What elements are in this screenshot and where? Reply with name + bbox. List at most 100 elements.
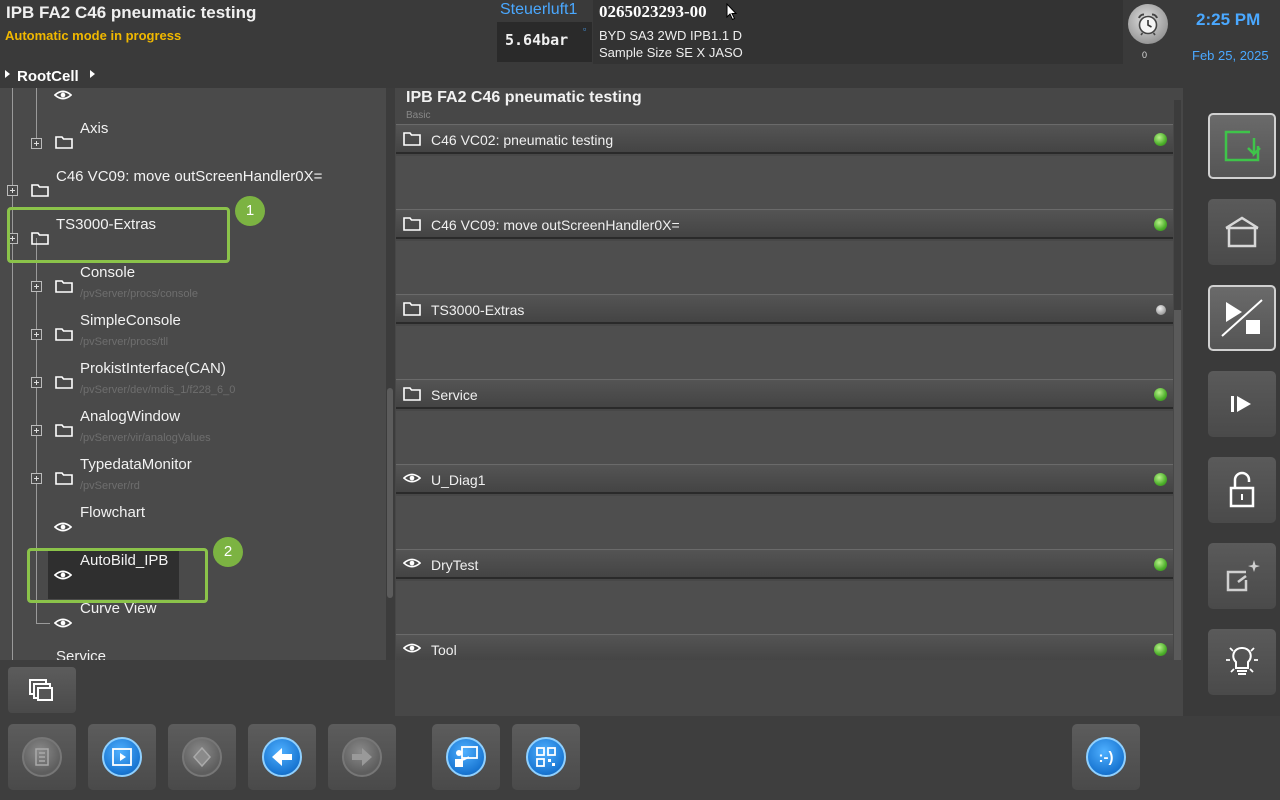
sample-size: Sample Size SE X JASO [599,45,743,60]
tree-item-path: /pvServer/procs/console [80,288,198,300]
callout-badge-2: 2 [213,537,243,567]
main-scrollbar-thumb[interactable] [1174,310,1181,714]
export-arrow-icon [1224,130,1261,162]
group-drytest[interactable]: DryTest [396,549,1173,634]
alarm-clock-button[interactable] [1128,4,1168,44]
header: IPB FA2 C46 pneumatic testing Automatic … [0,0,1280,64]
up-down-arrow-icon [182,737,222,777]
tree-scrollbar-thumb[interactable] [387,388,393,598]
tree-panel[interactable]: Axis C46 VC09: move outScreenHandler0X= … [0,88,386,660]
status-ok-indicator [1154,558,1167,571]
breadcrumb-arrow-icon [5,70,10,78]
automatic-mode-status: Automatic mode in progress [5,28,182,43]
tree-item-path: /pvServer/procs/tll [80,336,169,348]
folder-icon [403,217,421,231]
tree-item-label: C46 VC09: move outScreenHandler0X= [56,168,323,185]
group-header[interactable]: C46 VC09: move outScreenHandler0X= [396,209,1173,239]
home-icon [1225,216,1259,248]
group-u-diag1[interactable]: U_Diag1 [396,464,1173,549]
unlock-button[interactable] [1208,457,1276,523]
page-subtitle: Basic [406,110,431,121]
step-button[interactable] [1208,371,1276,437]
navigate-vertical-button[interactable] [168,724,236,790]
breadcrumb-expand-icon[interactable] [90,70,95,78]
eye-icon [54,90,72,100]
status-ok-indicator [1154,133,1167,146]
expand-toggle[interactable] [31,425,42,436]
new-item-button[interactable] [1208,543,1276,609]
expand-toggle[interactable] [31,329,42,340]
eye-icon [54,618,72,628]
part-info: 0265023293-00 BYD SA3 2WD IPB1.1 D Sampl… [593,0,1123,64]
expand-toggle[interactable] [31,281,42,292]
group-label: C46 VC09: move outScreenHandler0X= [431,217,680,233]
new-sparkle-icon [1226,560,1260,592]
callout-highlight-1 [7,207,230,263]
group-c46-vc02[interactable]: C46 VC02: pneumatic testing [396,124,1173,209]
window-layout-button[interactable] [8,667,76,713]
tree-item-label: Service [56,648,107,660]
list-icon [22,737,62,777]
start-stop-button[interactable] [1208,285,1276,351]
group-label: TS3000-Extras [431,302,525,318]
expand-toggle[interactable] [31,473,42,484]
main-scrollbar[interactable] [1174,100,1181,714]
smiley-icon: :-) [1086,737,1126,777]
group-header[interactable]: TS3000-Extras [396,294,1173,324]
group-body [396,241,1173,294]
group-label: Service [431,387,478,403]
group-c46-vc09[interactable]: C46 VC09: move outScreenHandler0X= [396,209,1173,294]
expand-toggle[interactable] [31,138,42,149]
tree-item-label: ProkistInterface(CAN) [80,360,226,377]
forward-button[interactable] [328,724,396,790]
group-label: Tool [431,642,457,658]
group-body [396,496,1173,549]
app-title: IPB FA2 C46 pneumatic testing [6,3,257,22]
play-stop-icon [1221,299,1263,337]
clock-time: 2:25 PM [1196,10,1261,29]
unlock-icon [1229,471,1255,508]
folder-icon [403,132,421,146]
status-ok-indicator [1154,388,1167,401]
pressure-label: Steuerluft1 [500,1,578,18]
expand-toggle[interactable] [31,377,42,388]
smiley-label: :-) [1098,748,1114,766]
media-button[interactable] [88,724,156,790]
tree-line [36,88,37,143]
back-button[interactable] [248,724,316,790]
group-header[interactable]: C46 VC02: pneumatic testing [396,124,1173,154]
export-button[interactable] [1208,113,1276,179]
tree-line [12,88,13,660]
group-header[interactable]: U_Diag1 [396,464,1173,494]
eye-icon [403,473,421,483]
folder-icon [55,472,73,485]
media-play-icon [102,737,142,777]
folder-icon [31,184,49,197]
status-idle-indicator [1156,305,1166,315]
alarm-clock-icon [1138,13,1158,36]
qr-code-button[interactable] [512,724,580,790]
page-title: IPB FA2 C46 pneumatic testing [406,89,642,106]
list-button[interactable] [8,724,76,790]
main-panel: IPB FA2 C46 pneumatic testing Basic C46 … [395,88,1183,716]
group-header[interactable]: Service [396,379,1173,409]
group-label: DryTest [431,557,479,573]
expand-toggle[interactable] [7,185,18,196]
tree-scrollbar[interactable] [386,88,395,660]
folder-icon [403,387,421,401]
breadcrumb-root[interactable]: RootCell [17,68,79,85]
home-button[interactable] [1208,199,1276,265]
group-ts3000-extras[interactable]: TS3000-Extras [396,294,1173,379]
presentation-user-button[interactable] [432,724,500,790]
presenter-icon [446,737,486,777]
group-service[interactable]: Service [396,379,1173,464]
group-header[interactable]: DryTest [396,549,1173,579]
group-body [396,581,1173,634]
tree-item-label: Axis [80,120,109,137]
step-forward-icon [1231,396,1251,412]
folder-icon [55,328,73,341]
arrow-left-icon [262,737,302,777]
bottom-strip [395,660,1183,716]
pressure-value: 5.64bar [505,31,569,49]
user-status-button[interactable]: :-) [1072,724,1140,790]
